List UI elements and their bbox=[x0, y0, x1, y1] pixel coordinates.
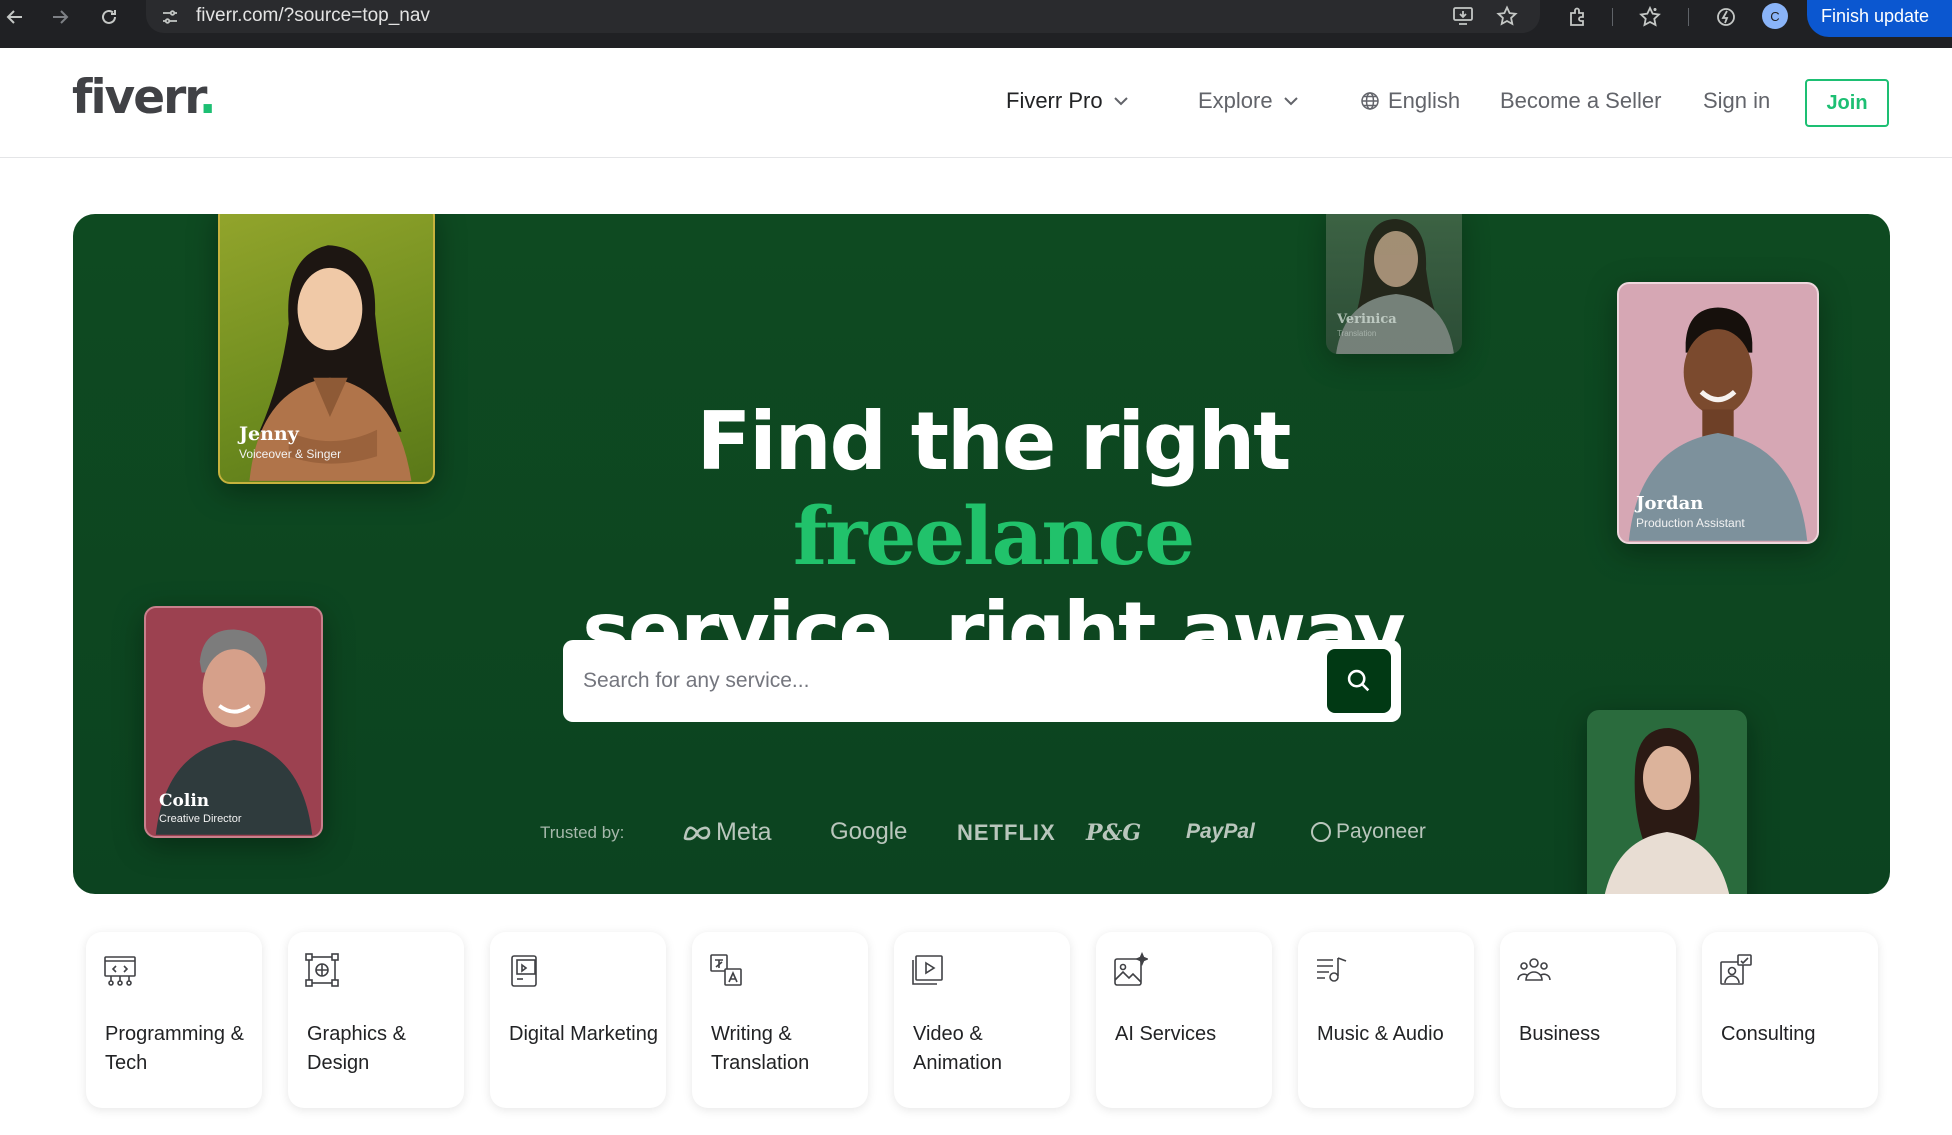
bookmark-star-icon[interactable] bbox=[1496, 5, 1518, 27]
chevron-down-icon bbox=[1283, 97, 1298, 106]
category-video-animation[interactable]: Video & Animation bbox=[894, 932, 1070, 1108]
category-label: Writing & Translation bbox=[711, 1023, 810, 1074]
category-ai-services[interactable]: AI Services bbox=[1096, 932, 1272, 1108]
search-button[interactable] bbox=[1327, 649, 1391, 713]
video-play-icon bbox=[912, 955, 943, 985]
nav-sign-in[interactable]: Sign in bbox=[1703, 88, 1770, 114]
brand-name: Payoneer bbox=[1336, 820, 1426, 843]
toolbar-divider bbox=[1612, 8, 1613, 26]
hero-title-part1: Find the right bbox=[696, 395, 1292, 488]
logo-text: fiverr bbox=[72, 70, 201, 125]
nav-become-seller[interactable]: Become a Seller bbox=[1500, 88, 1661, 114]
site-settings-icon[interactable] bbox=[160, 7, 180, 27]
category-label: Music & Audio bbox=[1317, 1023, 1444, 1045]
hero-title-accent: freelance bbox=[792, 489, 1195, 583]
translate-icon bbox=[710, 954, 742, 986]
browser-toolbar: fiverr.com/?source=top_nav C Finish upda… bbox=[0, 0, 1952, 48]
install-icon[interactable] bbox=[1452, 5, 1474, 27]
freelancer-card-jenny[interactable]: Jenny Voiceover & Singer bbox=[218, 214, 435, 484]
finish-update-label: Finish update bbox=[1821, 6, 1930, 26]
nav-fiverr-pro-label: Fiverr Pro bbox=[1006, 88, 1103, 113]
reload-icon[interactable] bbox=[94, 0, 124, 33]
fiverr-logo[interactable]: fiverr. bbox=[72, 70, 217, 125]
music-list-icon bbox=[1317, 957, 1347, 982]
finish-update-button[interactable]: Finish update ⋮ bbox=[1807, 0, 1952, 37]
nav-become-seller-label: Become a Seller bbox=[1500, 88, 1662, 113]
brand-logo-netflix: NETFLIX bbox=[957, 820, 1056, 845]
category-label: Consulting bbox=[1721, 1023, 1816, 1045]
category-label: Business bbox=[1519, 1023, 1601, 1045]
performance-icon[interactable] bbox=[1714, 5, 1738, 29]
logo-dot: . bbox=[198, 70, 217, 125]
category-label: AI Services bbox=[1115, 1023, 1217, 1045]
team-icon bbox=[1517, 958, 1551, 981]
freelancer-card-verinica[interactable]: Verinica Translation bbox=[1326, 214, 1462, 354]
kebab-menu-icon[interactable]: ⋮ bbox=[1944, 6, 1952, 26]
nav-explore[interactable]: Explore bbox=[1198, 88, 1301, 114]
bookmarks-icon[interactable] bbox=[1638, 5, 1662, 29]
nav-explore-label: Explore bbox=[1198, 88, 1273, 113]
freelancer-photo bbox=[1604, 728, 1730, 894]
extensions-icon[interactable] bbox=[1566, 5, 1590, 29]
toolbar-divider bbox=[1688, 8, 1689, 26]
brand-logo-paypal: PayPal bbox=[1186, 820, 1255, 843]
freelancer-name: Colin bbox=[159, 791, 210, 811]
freelancer-role: Translation bbox=[1337, 329, 1377, 338]
brand-name: Meta bbox=[716, 818, 772, 846]
payoneer-ring-icon bbox=[1311, 822, 1331, 842]
brand-logo-google: Google bbox=[830, 818, 908, 845]
hero-title: Find the right freelance service, right … bbox=[493, 394, 1493, 679]
marketing-device-icon bbox=[511, 955, 537, 987]
address-bar[interactable]: fiverr.com/?source=top_nav bbox=[146, 0, 1540, 33]
freelancer-name: Jenny bbox=[239, 423, 299, 445]
category-writing-translation[interactable]: Writing & Translation bbox=[692, 932, 868, 1108]
freelancer-card-jordan[interactable]: Jordan Production Assistant bbox=[1617, 282, 1819, 544]
category-label: Programming & Tech bbox=[105, 1023, 244, 1074]
freelancer-card-colin[interactable]: Colin Creative Director bbox=[144, 606, 323, 838]
freelancer-name: Jordan bbox=[1636, 493, 1704, 514]
search-bar bbox=[563, 640, 1401, 722]
brand-logo-meta: Meta bbox=[682, 818, 772, 847]
category-music-audio[interactable]: Music & Audio bbox=[1298, 932, 1474, 1108]
category-label: Video & Animation bbox=[913, 1023, 1002, 1074]
category-programming-tech[interactable]: Programming & Tech bbox=[86, 932, 262, 1108]
chevron-down-icon bbox=[1113, 97, 1128, 106]
profile-avatar[interactable]: C bbox=[1762, 3, 1788, 29]
ai-image-icon bbox=[1114, 952, 1148, 986]
site-header: fiverr. Fiverr Pro Explore English Becom… bbox=[0, 48, 1952, 158]
url-text[interactable]: fiverr.com/?source=top_nav bbox=[196, 5, 430, 27]
category-label: Digital Marketing bbox=[509, 1023, 658, 1045]
globe-icon bbox=[1361, 92, 1379, 110]
design-frame-icon bbox=[305, 953, 339, 987]
category-digital-marketing[interactable]: Digital Marketing bbox=[490, 932, 666, 1108]
freelancer-role: Creative Director bbox=[159, 813, 242, 825]
category-label: Graphics & Design bbox=[307, 1023, 406, 1074]
nav-sign-in-label: Sign in bbox=[1703, 88, 1771, 113]
monitor-code-icon bbox=[104, 956, 136, 986]
forward-icon[interactable] bbox=[45, 0, 75, 33]
trusted-by-label: Trusted by: bbox=[540, 823, 625, 842]
join-button[interactable]: Join bbox=[1805, 79, 1889, 127]
search-icon bbox=[1347, 669, 1370, 692]
brand-logo-pg: P&G bbox=[1086, 820, 1142, 846]
brand-logo-payoneer: Payoneer bbox=[1310, 820, 1426, 844]
consulting-icon bbox=[1720, 954, 1752, 985]
category-consulting[interactable]: Consulting bbox=[1702, 932, 1878, 1108]
freelancer-role: Voiceover & Singer bbox=[239, 447, 342, 461]
search-input[interactable] bbox=[583, 656, 1303, 706]
meta-infinity-icon bbox=[683, 825, 711, 840]
freelancer-name: Verinica bbox=[1337, 312, 1397, 327]
freelancer-role: Production Assistant bbox=[1636, 516, 1745, 530]
nav-fiverr-pro[interactable]: Fiverr Pro bbox=[1006, 88, 1131, 114]
freelancer-card-unnamed[interactable] bbox=[1587, 710, 1747, 894]
hero-banner: Jenny Voiceover & Singer Verinica Transl… bbox=[73, 214, 1890, 894]
category-graphics-design[interactable]: Graphics & Design bbox=[288, 932, 464, 1108]
category-business[interactable]: Business bbox=[1500, 932, 1676, 1108]
nav-language[interactable]: English bbox=[1360, 88, 1460, 114]
nav-language-label: English bbox=[1388, 88, 1461, 113]
back-icon[interactable] bbox=[0, 0, 30, 33]
